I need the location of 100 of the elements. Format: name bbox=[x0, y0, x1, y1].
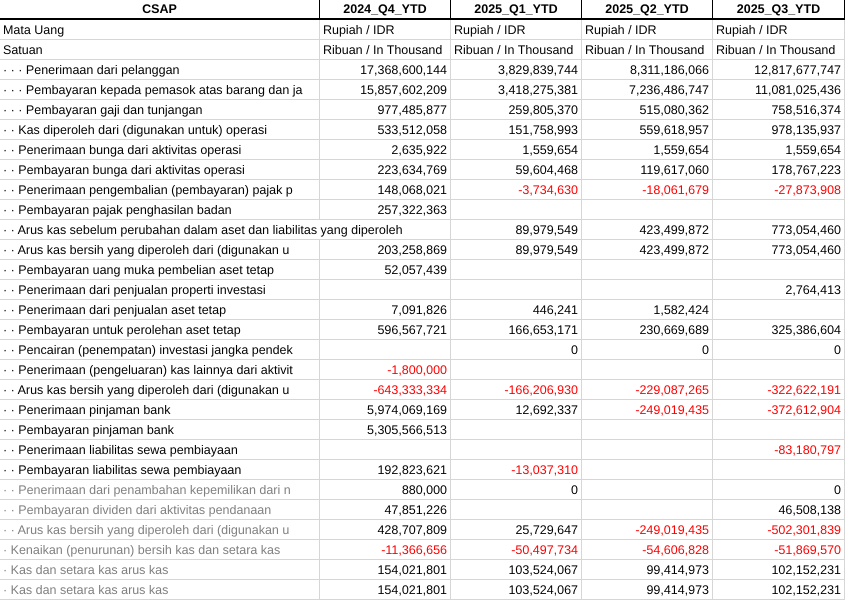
table-cell: 154,021,801 bbox=[320, 580, 451, 600]
table-cell: 223,634,769 bbox=[320, 160, 451, 180]
table-cell: 47,851,226 bbox=[320, 500, 451, 520]
table-cell: 1,559,654 bbox=[582, 140, 713, 160]
row-label: · · · Pembayaran kepada pemasok atas barang dan ja bbox=[0, 80, 320, 100]
table-cell: 0 bbox=[451, 480, 582, 500]
table-cell: Rupiah / IDR bbox=[451, 20, 582, 40]
table-cell: Rupiah / IDR bbox=[713, 20, 845, 40]
row-label: · Kas dan setara kas arus kas bbox=[0, 580, 320, 600]
table-cell: 102,152,231 bbox=[713, 580, 845, 600]
table-cell: -249,019,435 bbox=[582, 400, 713, 420]
table-cell: -643,333,334 bbox=[320, 380, 451, 400]
table-cell: 192,823,621 bbox=[320, 460, 451, 480]
row-label: · · Arus kas bersih yang diperoleh dari (digunakan u bbox=[0, 380, 320, 400]
table-cell: 446,241 bbox=[451, 300, 582, 320]
table-cell: 773,054,460 bbox=[713, 220, 845, 240]
table-cell: Ribuan / In Thousand bbox=[320, 40, 451, 60]
row-label: · · Penerimaan pengembalian (pembayaran) pajak p bbox=[0, 180, 320, 200]
table-cell: -249,019,435 bbox=[582, 520, 713, 540]
table-cell: 7,091,826 bbox=[320, 300, 451, 320]
table-cell: 257,322,363 bbox=[320, 200, 451, 220]
row-label: · · Arus kas sebelum perubahan dalam aset dan liabilitas yang diperoleh bbox=[0, 220, 451, 240]
table-cell: -50,497,734 bbox=[451, 540, 582, 560]
column-header: 2025_Q1_YTD bbox=[451, 0, 582, 20]
row-label: · Kas dan setara kas arus kas bbox=[0, 560, 320, 580]
row-label: · · Penerimaan pinjaman bank bbox=[0, 400, 320, 420]
row-label: · · Penerimaan dari penjualan aset tetap bbox=[0, 300, 320, 320]
table-cell: 5,305,566,513 bbox=[320, 420, 451, 440]
column-header: 2025_Q2_YTD bbox=[582, 0, 713, 20]
table-cell: 259,805,370 bbox=[451, 100, 582, 120]
row-label: · · Arus kas bersih yang diperoleh dari (digunakan u bbox=[0, 240, 320, 260]
table-cell: -1,800,000 bbox=[320, 360, 451, 380]
table-cell: 880,000 bbox=[320, 480, 451, 500]
table-cell: 203,258,869 bbox=[320, 240, 451, 260]
table-cell: 119,617,060 bbox=[582, 160, 713, 180]
table-cell: 103,524,067 bbox=[451, 580, 582, 600]
table-cell: Rupiah / IDR bbox=[320, 20, 451, 40]
table-cell: 515,080,362 bbox=[582, 100, 713, 120]
table-cell: 0 bbox=[582, 340, 713, 360]
table-cell: -18,061,679 bbox=[582, 180, 713, 200]
table-cell: 2,635,922 bbox=[320, 140, 451, 160]
table-cell: 1,559,654 bbox=[713, 140, 845, 160]
row-label: · · Kas diperoleh dari (digunakan untuk) operasi bbox=[0, 120, 320, 140]
row-label: · · Pembayaran dividen dari aktivitas pendanaan bbox=[0, 500, 320, 520]
table-cell: 0 bbox=[451, 340, 582, 360]
table-cell: -322,622,191 bbox=[713, 380, 845, 400]
row-label: · Kenaikan (penurunan) bersih kas dan setara kas bbox=[0, 540, 320, 560]
table-cell: 7,236,486,747 bbox=[582, 80, 713, 100]
table-cell: 596,567,721 bbox=[320, 320, 451, 340]
table-cell: 166,653,171 bbox=[451, 320, 582, 340]
table-cell: 59,604,468 bbox=[451, 160, 582, 180]
row-label: · · Arus kas bersih yang diperoleh dari (digunakan u bbox=[0, 520, 320, 540]
row-label: · · Penerimaan (pengeluaran) kas lainnya dari aktivit bbox=[0, 360, 320, 380]
column-header: 2025_Q3_YTD bbox=[713, 0, 845, 20]
table-cell: -11,366,656 bbox=[320, 540, 451, 560]
row-label: · · · Pembayaran gaji dan tunjangan bbox=[0, 100, 320, 120]
table-cell: 102,152,231 bbox=[713, 560, 845, 580]
table-cell: -166,206,930 bbox=[451, 380, 582, 400]
table-cell: 1,559,654 bbox=[451, 140, 582, 160]
row-label: · · · Penerimaan dari pelanggan bbox=[0, 60, 320, 80]
row-label: · · Pembayaran bunga dari aktivitas operasi bbox=[0, 160, 320, 180]
table-cell: 3,418,275,381 bbox=[451, 80, 582, 100]
table-cell: 154,021,801 bbox=[320, 560, 451, 580]
table-cell: 0 bbox=[713, 340, 845, 360]
table-cell: -229,087,265 bbox=[582, 380, 713, 400]
table-cell: 12,817,677,747 bbox=[713, 60, 845, 80]
row-label: · · Pembayaran pinjaman bank bbox=[0, 420, 320, 440]
table-cell: 0 bbox=[713, 480, 845, 500]
table-cell: 15,857,602,209 bbox=[320, 80, 451, 100]
table-cell: 11,081,025,436 bbox=[713, 80, 845, 100]
table-cell: 3,829,839,744 bbox=[451, 60, 582, 80]
table-cell: 8,311,186,066 bbox=[582, 60, 713, 80]
row-label: · · Penerimaan bunga dari aktivitas operasi bbox=[0, 140, 320, 160]
row-label: · · Pencairan (penempatan) investasi jangka pendek bbox=[0, 340, 320, 360]
table-cell: 12,692,337 bbox=[451, 400, 582, 420]
table-cell: Ribuan / In Thousand bbox=[451, 40, 582, 60]
row-label: · · Pembayaran untuk perolehan aset tetap bbox=[0, 320, 320, 340]
table-cell: -54,606,828 bbox=[582, 540, 713, 560]
table-cell: 46,508,138 bbox=[713, 500, 845, 520]
column-header: CSAP bbox=[0, 0, 320, 20]
table-cell: 977,485,877 bbox=[320, 100, 451, 120]
row-label: · · Pembayaran liabilitas sewa pembiayaan bbox=[0, 460, 320, 480]
table-cell: 178,767,223 bbox=[713, 160, 845, 180]
table-cell: Ribuan / In Thousand bbox=[582, 40, 713, 60]
table-cell: 230,669,689 bbox=[582, 320, 713, 340]
row-label: Mata Uang bbox=[0, 20, 320, 40]
table-cell: -502,301,839 bbox=[713, 520, 845, 540]
table-cell: 89,979,549 bbox=[451, 240, 582, 260]
table-cell: Ribuan / In Thousand bbox=[713, 40, 845, 60]
table-cell: 2,764,413 bbox=[713, 280, 845, 300]
table-cell: 25,729,647 bbox=[451, 520, 582, 540]
table-cell: 325,386,604 bbox=[713, 320, 845, 340]
table-cell: 99,414,973 bbox=[582, 560, 713, 580]
table-cell: 559,618,957 bbox=[582, 120, 713, 140]
row-label: · · Pembayaran uang muka pembelian aset tetap bbox=[0, 260, 320, 280]
row-label: · · Penerimaan dari penambahan kepemilikan dari n bbox=[0, 480, 320, 500]
table-cell: 773,054,460 bbox=[713, 240, 845, 260]
table-cell: 151,758,993 bbox=[451, 120, 582, 140]
table-cell: 89,979,549 bbox=[451, 220, 582, 240]
column-header: 2024_Q4_YTD bbox=[320, 0, 451, 20]
